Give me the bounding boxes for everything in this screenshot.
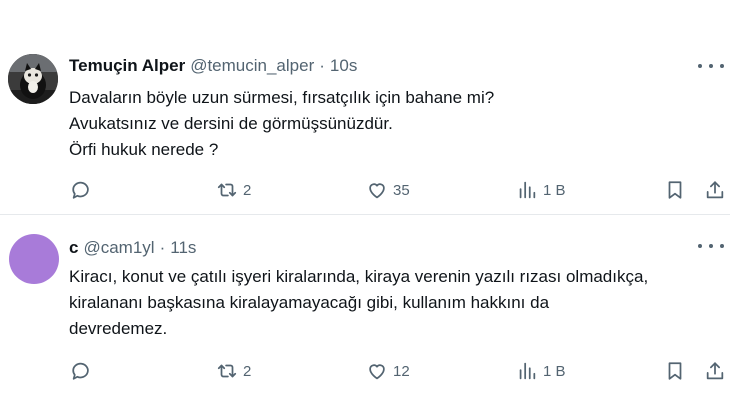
retweet-icon <box>217 183 237 197</box>
tweet-temucin-alper[interactable]: Temuçin Alper @temucin_alper · 10s Daval… <box>0 0 730 215</box>
views-count: 1 B <box>543 362 566 380</box>
bookmark-icon <box>668 362 682 380</box>
tweet-header: Temuçin Alper @temucin_alper · 10s <box>69 54 357 78</box>
views-button[interactable]: 1 B <box>516 358 566 384</box>
tweet-text: Kiracı, konut ve çatılı işyeri kiraların… <box>69 264 724 342</box>
author-name[interactable]: Temuçin Alper <box>69 56 185 76</box>
views-chart-icon <box>519 181 536 199</box>
action-bar: 2 12 1 B <box>0 358 730 384</box>
views-count: 1 B <box>543 181 566 199</box>
like-count: 35 <box>393 181 410 199</box>
tweet-text-line: Davaların böyle uzun sürmesi, fırsatçılı… <box>69 88 495 107</box>
like-button[interactable]: 12 <box>366 358 410 384</box>
reply-button[interactable] <box>70 177 92 203</box>
avatar-photo <box>8 54 58 104</box>
heart-icon <box>369 364 385 380</box>
separator-dot: · <box>319 56 325 75</box>
share-button[interactable] <box>704 358 726 384</box>
tweet-text-line: kiralananı başkasına kiralayamayacağı gi… <box>69 293 550 312</box>
retweet-icon <box>217 364 237 378</box>
separator-dot: · <box>159 238 166 257</box>
heart-icon <box>369 183 385 199</box>
timestamp[interactable]: 11s <box>170 238 196 258</box>
views-button[interactable]: 1 B <box>516 177 566 203</box>
share-button[interactable] <box>704 177 726 203</box>
bookmark-button[interactable] <box>664 358 686 384</box>
share-icon <box>706 181 724 199</box>
avatar[interactable] <box>9 234 59 284</box>
like-count: 12 <box>393 362 410 380</box>
views-chart-icon <box>519 362 536 380</box>
tweet-cam1yl[interactable]: c @cam1yl · 11s Kiracı, konut ve çatılı … <box>0 216 730 420</box>
retweet-button[interactable]: 2 <box>216 177 251 203</box>
author-handle[interactable]: @temucin_alper <box>190 56 314 76</box>
comment-icon <box>72 362 89 380</box>
tweet-text-line: devredemez. <box>69 319 168 338</box>
tweet-text-line: Örfi hukuk nerede ? <box>69 140 219 159</box>
action-bar: 2 35 1 B <box>0 177 730 203</box>
retweet-count: 2 <box>243 362 252 380</box>
tweet-header: c @cam1yl · 11s <box>69 236 196 260</box>
more-dots-icon[interactable] <box>698 238 724 254</box>
bookmark-icon <box>668 181 682 199</box>
bookmark-button[interactable] <box>664 177 686 203</box>
share-icon <box>706 362 724 380</box>
more-dots-icon[interactable] <box>698 58 724 74</box>
reply-button[interactable] <box>70 358 92 384</box>
tweet-text-line: Avukatsınız ve dersini de görmüşsünüzdür… <box>69 114 393 133</box>
author-name[interactable]: c <box>69 238 78 258</box>
like-button[interactable]: 35 <box>366 177 410 203</box>
comment-icon <box>72 181 89 199</box>
tweet-text-line: Kiracı, konut ve çatılı işyeri kiraların… <box>69 267 649 286</box>
retweet-button[interactable]: 2 <box>216 358 251 384</box>
tweet-text: Davaların böyle uzun sürmesi, fırsatçılı… <box>69 85 724 163</box>
avatar[interactable] <box>8 54 58 104</box>
retweet-count: 2 <box>243 181 252 199</box>
author-handle[interactable]: @cam1yl <box>83 238 154 258</box>
timestamp[interactable]: 10s <box>330 56 357 76</box>
